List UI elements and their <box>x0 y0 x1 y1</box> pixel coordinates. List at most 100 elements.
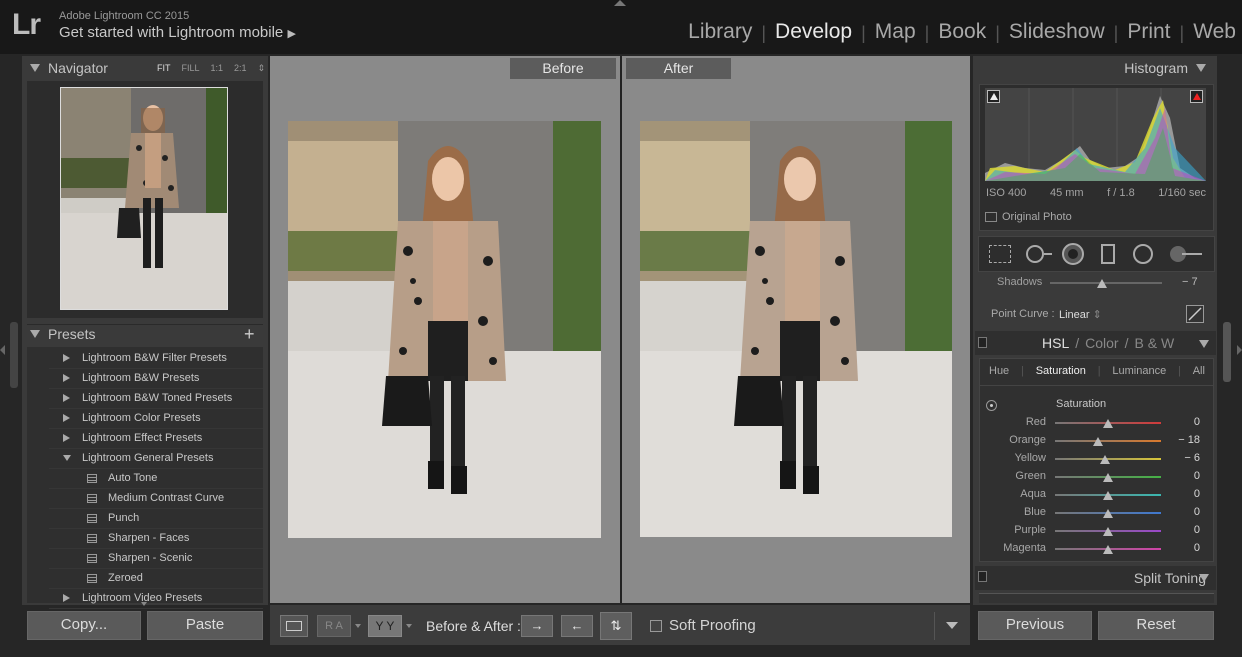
histogram-graph[interactable] <box>985 88 1206 181</box>
original-photo-checkbox[interactable] <box>985 212 997 222</box>
histogram-svg <box>985 88 1206 181</box>
preset-item[interactable]: Auto Tone <box>27 469 263 489</box>
copy-after-to-before-button[interactable]: ← <box>561 615 593 637</box>
right-panel-scrollbar[interactable] <box>1223 322 1231 382</box>
navigator-header[interactable]: Navigator <box>30 60 108 76</box>
preset-folder[interactable]: Lightroom Video Presets <box>27 589 263 609</box>
hsl-slider-thumb[interactable] <box>1103 491 1113 500</box>
dropdown-arrow-icon[interactable] <box>406 624 412 628</box>
radial-filter-icon[interactable] <box>1133 244 1153 264</box>
point-curve-select[interactable]: Linear ⇕ <box>1059 308 1102 321</box>
copy-before-to-after-button[interactable]: → <box>521 615 553 637</box>
preset-item[interactable]: Punch <box>27 509 263 529</box>
graduated-filter-icon[interactable] <box>1101 244 1115 264</box>
hsl-value-green[interactable]: 0 <box>1194 470 1200 482</box>
mobile-promo-link[interactable]: Get started with Lightroom mobile ▶ <box>59 24 296 41</box>
hsl-value-blue[interactable]: 0 <box>1194 506 1200 518</box>
preset-item[interactable]: Sharpen - Faces <box>27 529 263 549</box>
hsl-value-purple[interactable]: 0 <box>1194 524 1200 536</box>
right-panel-toggle-icon[interactable] <box>1237 345 1242 355</box>
preset-folder[interactable]: Lightroom General Presets <box>27 449 263 469</box>
hsl-slider-thumb[interactable] <box>1099 455 1110 464</box>
scroll-down-icon[interactable] <box>141 602 147 606</box>
paste-button[interactable]: Paste <box>147 611 263 640</box>
module-print[interactable]: Print <box>1127 20 1170 46</box>
preset-folder[interactable]: Lightroom Color Presets <box>27 409 263 429</box>
toolbar-menu-button[interactable] <box>934 612 968 640</box>
module-develop[interactable]: Develop <box>775 20 852 46</box>
preset-folder[interactable]: Lightroom B&W Presets <box>27 369 263 389</box>
preset-folder[interactable]: Lightroom B&W Toned Presets <box>27 389 263 409</box>
module-web[interactable]: Web <box>1193 20 1242 46</box>
preset-file-icon <box>87 494 97 503</box>
reset-button[interactable]: Reset <box>1098 611 1214 640</box>
swap-before-after-button[interactable]: ⇅ <box>600 612 632 640</box>
hsl-value-yellow[interactable]: − 6 <box>1184 452 1200 464</box>
color-tab[interactable]: Color <box>1085 335 1118 351</box>
preset-item[interactable]: Medium Contrast Curve <box>27 489 263 509</box>
before-photo[interactable] <box>288 121 601 538</box>
before-after-split-button[interactable]: Y Y <box>368 615 402 637</box>
preset-item[interactable]: Zeroed <box>27 569 263 589</box>
module-book[interactable]: Book <box>938 20 986 46</box>
shadows-value[interactable]: − 7 <box>1182 276 1198 288</box>
hsl-slider-orange[interactable] <box>1055 440 1161 442</box>
hsl-value-orange[interactable]: − 18 <box>1178 434 1200 446</box>
preset-folder[interactable]: Lightroom B&W Filter Presets <box>27 349 263 369</box>
hue-tab[interactable]: Hue <box>989 365 1009 377</box>
zoom-1-1[interactable]: 1:1 <box>211 63 224 74</box>
hsl-value-red[interactable]: 0 <box>1194 416 1200 428</box>
hsl-slider-thumb[interactable] <box>1103 545 1113 554</box>
arrow-right-icon: → <box>530 618 544 633</box>
highlight-clipping-toggle[interactable] <box>1190 90 1203 103</box>
hsl-panel-switch[interactable] <box>978 337 987 348</box>
histogram-header[interactable]: Histogram <box>1124 60 1206 76</box>
after-photo[interactable] <box>640 121 952 537</box>
before-after-lr-button[interactable]: R A <box>317 615 351 637</box>
module-slideshow[interactable]: Slideshow <box>1009 20 1105 46</box>
navigator-thumbnail[interactable] <box>60 87 228 310</box>
left-panel-toggle-icon[interactable] <box>0 345 5 355</box>
dropdown-arrow-icon[interactable] <box>355 624 361 628</box>
hsl-slider-thumb[interactable] <box>1103 419 1113 428</box>
targeted-adjustment-icon[interactable] <box>986 400 997 411</box>
hsl-value-magenta[interactable]: 0 <box>1194 542 1200 554</box>
module-library[interactable]: Library <box>688 20 752 46</box>
saturation-tab[interactable]: Saturation <box>1036 365 1086 377</box>
zoom-fill[interactable]: FILL <box>182 63 200 74</box>
collapse-triangle-icon[interactable] <box>1199 574 1209 582</box>
loupe-view-button[interactable] <box>280 615 308 637</box>
preset-item[interactable]: Sharpen - Scenic <box>27 549 263 569</box>
collapse-triangle-icon[interactable] <box>1199 340 1209 348</box>
spot-removal-icon[interactable] <box>1026 245 1044 263</box>
hsl-slider-thumb[interactable] <box>1103 473 1113 482</box>
zoom-fit[interactable]: FIT <box>157 63 171 74</box>
bw-tab[interactable]: B & W <box>1134 335 1174 351</box>
copy-button[interactable]: Copy... <box>27 611 141 640</box>
after-image <box>640 121 952 537</box>
shadow-clipping-toggle[interactable] <box>987 90 1000 103</box>
crop-overlay-icon[interactable] <box>989 245 1011 263</box>
zoom-2-1[interactable]: 2:1 <box>234 63 247 74</box>
hsl-slider-thumb[interactable] <box>1103 527 1113 536</box>
preset-item-label: Sharpen - Faces <box>108 532 190 544</box>
top-panel-toggle-icon[interactable] <box>614 0 626 6</box>
previous-button[interactable]: Previous <box>978 611 1092 640</box>
presets-header[interactable]: Presets <box>30 326 95 342</box>
luminance-tab[interactable]: Luminance <box>1112 365 1166 377</box>
preset-folder[interactable]: Lightroom Effect Presets <box>27 429 263 449</box>
point-curve-edit-button[interactable] <box>1186 305 1204 323</box>
red-eye-icon[interactable] <box>1062 243 1084 265</box>
zoom-stepper-icon[interactable]: ⇕ <box>258 63 266 74</box>
left-panel-scrollbar[interactable] <box>10 322 18 388</box>
hsl-tab[interactable]: HSL <box>1042 335 1069 351</box>
hsl-slider-thumb[interactable] <box>1093 437 1104 446</box>
add-preset-button[interactable]: + <box>244 324 255 345</box>
hsl-value-aqua[interactable]: 0 <box>1194 488 1200 500</box>
hsl-slider-thumb[interactable] <box>1103 509 1113 518</box>
all-tab[interactable]: All <box>1193 365 1205 377</box>
module-map[interactable]: Map <box>875 20 916 46</box>
soft-proofing-checkbox[interactable] <box>650 620 662 632</box>
split-toning-switch[interactable] <box>978 571 987 582</box>
shadows-slider-thumb[interactable] <box>1097 279 1107 288</box>
